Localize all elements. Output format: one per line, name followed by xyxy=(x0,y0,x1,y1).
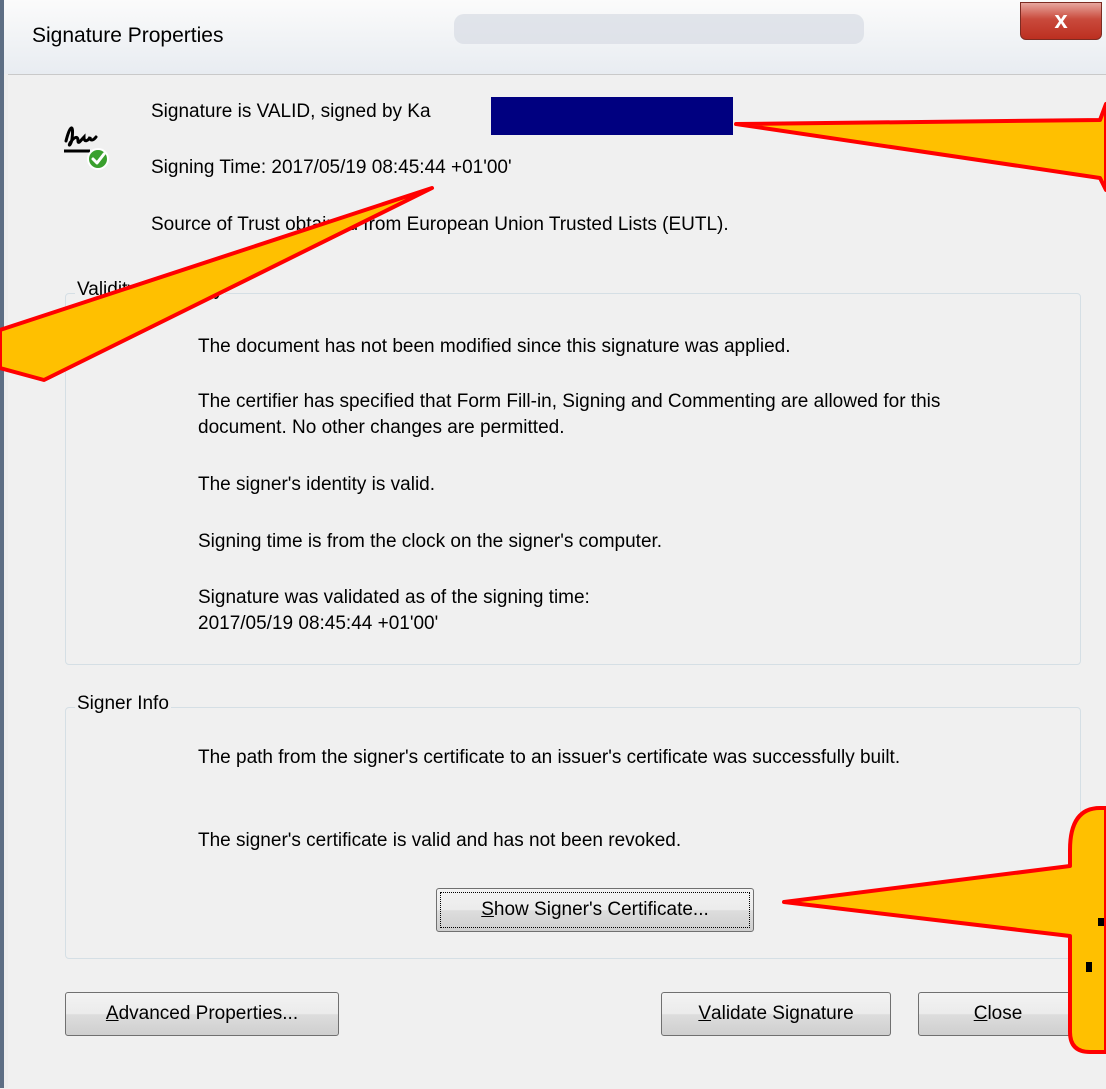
signer-info-item: The path from the signer's certificate t… xyxy=(198,747,901,768)
validate-signature-button[interactable]: Validate Signature xyxy=(661,992,891,1036)
signature-properties-dialog: Signature Properties x Signature is VALI… xyxy=(0,0,1106,1089)
redacted-signer-name xyxy=(491,97,733,135)
trust-source-text: Source of Trust obtained from European U… xyxy=(151,214,729,235)
close-button[interactable]: Close xyxy=(918,992,1078,1036)
show-signers-certificate-button[interactable]: Show Signer's Certificate... xyxy=(436,888,754,932)
signature-valid-text: Signature is VALID, signed by Ka xyxy=(151,101,431,122)
title-bar[interactable]: Signature Properties x xyxy=(4,0,1106,74)
validity-item: The document has not been modified since… xyxy=(198,336,791,357)
dialog-content: Signature is VALID, signed by Ka Signing… xyxy=(8,74,1106,1089)
signer-info-item: The signer's certificate is valid and ha… xyxy=(198,830,682,851)
window-title: Signature Properties xyxy=(32,24,224,47)
signing-time-text: Signing Time: 2017/05/19 08:45:44 +01'00… xyxy=(151,157,512,178)
validity-item: The certifier has specified that Form Fi… xyxy=(198,391,941,438)
validity-summary-label: Validity Summary xyxy=(75,279,226,301)
signature-valid-icon xyxy=(64,126,109,170)
background-window-title xyxy=(454,14,864,44)
validity-item: 2017/05/19 08:45:44 +01'00' xyxy=(198,613,439,634)
close-icon: x xyxy=(1054,7,1068,34)
signer-info-label: Signer Info xyxy=(75,693,171,715)
validity-item: Signature was validated as of the signin… xyxy=(198,587,590,608)
validity-item: Signing time is from the clock on the si… xyxy=(198,531,663,552)
validity-item: The signer's identity is valid. xyxy=(198,474,436,495)
advanced-properties-button[interactable]: Advanced Properties... xyxy=(65,992,339,1036)
close-window-button[interactable]: x xyxy=(1020,2,1102,40)
